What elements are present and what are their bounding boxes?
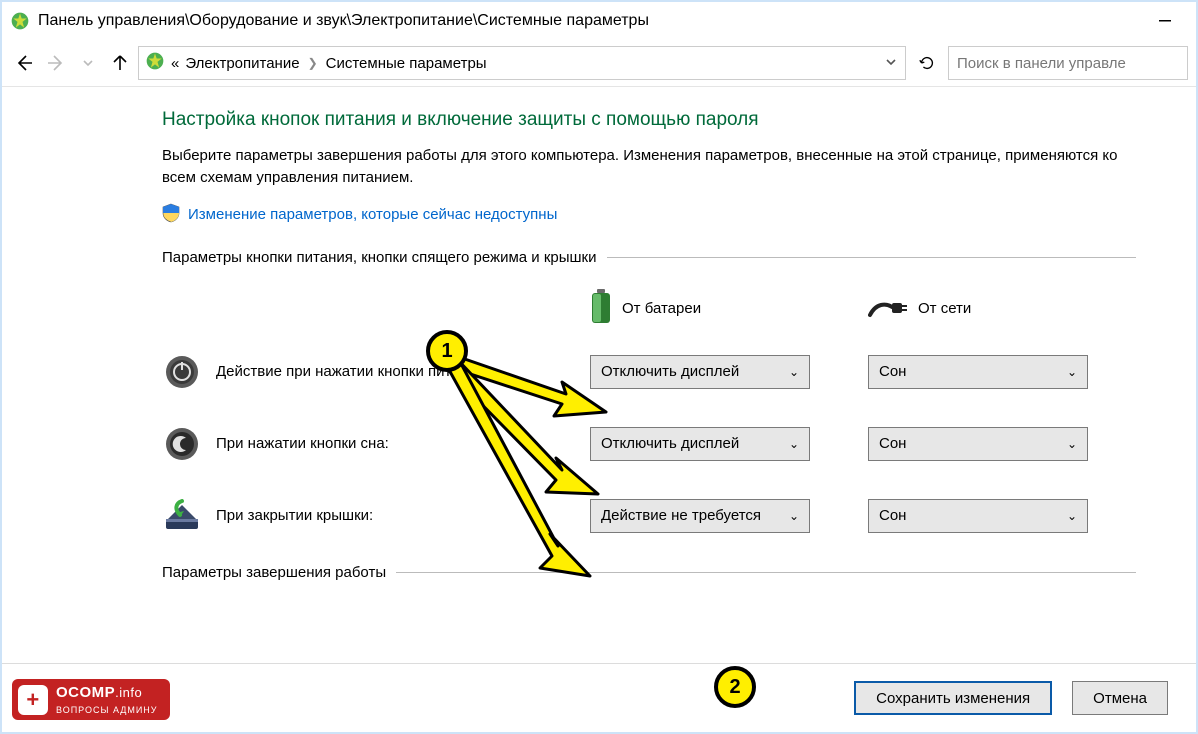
- section-2-text: Параметры завершения работы: [162, 564, 386, 581]
- annotation-marker-2: 2: [714, 666, 756, 708]
- settings-grid: От батареи От сети Действие при нажатии …: [162, 276, 1136, 552]
- footer: Сохранить изменения Отмена: [2, 664, 1196, 732]
- cancel-button-label: Отмена: [1093, 690, 1147, 707]
- col-battery-label: От батареи: [622, 300, 701, 317]
- crumb-1[interactable]: Электропитание: [185, 55, 299, 72]
- power-button-icon: [162, 352, 202, 392]
- chevron-down-icon: ⌄: [789, 509, 799, 523]
- app-icon-small: [145, 51, 165, 75]
- history-dropdown[interactable]: [74, 49, 102, 77]
- up-button[interactable]: [106, 49, 134, 77]
- section-line: [607, 257, 1136, 258]
- crumb-2[interactable]: Системные параметры: [326, 55, 487, 72]
- logo-sub: ВОПРОСЫ АДМИНУ: [56, 705, 158, 715]
- navbar: « Электропитание ❯ Системные параметры П…: [2, 40, 1196, 86]
- crumb-prefix: «: [171, 55, 179, 72]
- combo-power-plugged[interactable]: Сон ⌄: [868, 355, 1088, 389]
- row-1-label: При нажатии кнопки сна:: [216, 435, 389, 452]
- page-description: Выберите параметры завершения работы для…: [162, 145, 1136, 189]
- row-2-label: При закрытии крышки:: [216, 507, 373, 524]
- site-logo: + OCOMP.info ВОПРОСЫ АДМИНУ: [12, 679, 170, 720]
- col-plugged: От сети: [868, 276, 1118, 336]
- marker-1-text: 1: [441, 340, 452, 363]
- cancel-button[interactable]: Отмена: [1072, 681, 1168, 715]
- combo-value: Сон: [879, 363, 906, 380]
- chevron-down-icon: ⌄: [1067, 437, 1077, 451]
- col-plugged-label: От сети: [918, 300, 971, 317]
- refresh-button[interactable]: [910, 46, 944, 80]
- annotation-arrow: [446, 354, 626, 604]
- address-bar[interactable]: « Электропитание ❯ Системные параметры: [138, 46, 906, 80]
- marker-2-text: 2: [729, 676, 740, 699]
- chevron-down-icon: ⌄: [789, 365, 799, 379]
- uac-link[interactable]: Изменение параметров, которые сейчас нед…: [188, 206, 557, 223]
- minimize-button[interactable]: [1142, 5, 1188, 37]
- annotation-marker-1: 1: [426, 330, 468, 372]
- combo-lid-plugged[interactable]: Сон ⌄: [868, 499, 1088, 533]
- section-1-text: Параметры кнопки питания, кнопки спящего…: [162, 249, 597, 266]
- crumb-sep-icon: ❯: [306, 56, 320, 70]
- col-battery: От батареи: [590, 276, 840, 336]
- chevron-down-icon: ⌄: [1067, 365, 1077, 379]
- section-2-label: Параметры завершения работы: [162, 564, 1136, 581]
- save-button[interactable]: Сохранить изменения: [854, 681, 1052, 715]
- logo-main: OCOMP: [56, 684, 115, 701]
- lid-close-icon: [162, 496, 202, 536]
- combo-value: Сон: [879, 435, 906, 452]
- chevron-down-icon: ⌄: [1067, 509, 1077, 523]
- search-input[interactable]: Поиск в панели управле: [948, 46, 1188, 80]
- combo-value: Сон: [879, 507, 906, 524]
- back-button[interactable]: [10, 49, 38, 77]
- app-icon: [10, 11, 30, 31]
- uac-link-row[interactable]: Изменение параметров, которые сейчас нед…: [162, 203, 1136, 227]
- window-title: Панель управления\Оборудование и звук\Эл…: [38, 12, 1134, 30]
- combo-sleep-plugged[interactable]: Сон ⌄: [868, 427, 1088, 461]
- address-dropdown-icon[interactable]: [885, 55, 897, 72]
- battery-icon: [590, 289, 612, 329]
- page-heading: Настройка кнопок питания и включение защ…: [162, 109, 1136, 131]
- forward-button[interactable]: [42, 49, 70, 77]
- titlebar: Панель управления\Оборудование и звук\Эл…: [2, 2, 1196, 40]
- shield-icon: [162, 203, 180, 227]
- chevron-down-icon: ⌄: [789, 437, 799, 451]
- save-button-label: Сохранить изменения: [876, 690, 1030, 707]
- logo-suffix: .info: [115, 685, 142, 700]
- search-placeholder: Поиск в панели управле: [957, 55, 1126, 72]
- logo-plus-icon: +: [18, 685, 48, 715]
- section-1-label: Параметры кнопки питания, кнопки спящего…: [162, 249, 1136, 266]
- plug-icon: [868, 295, 908, 323]
- sleep-button-icon: [162, 424, 202, 464]
